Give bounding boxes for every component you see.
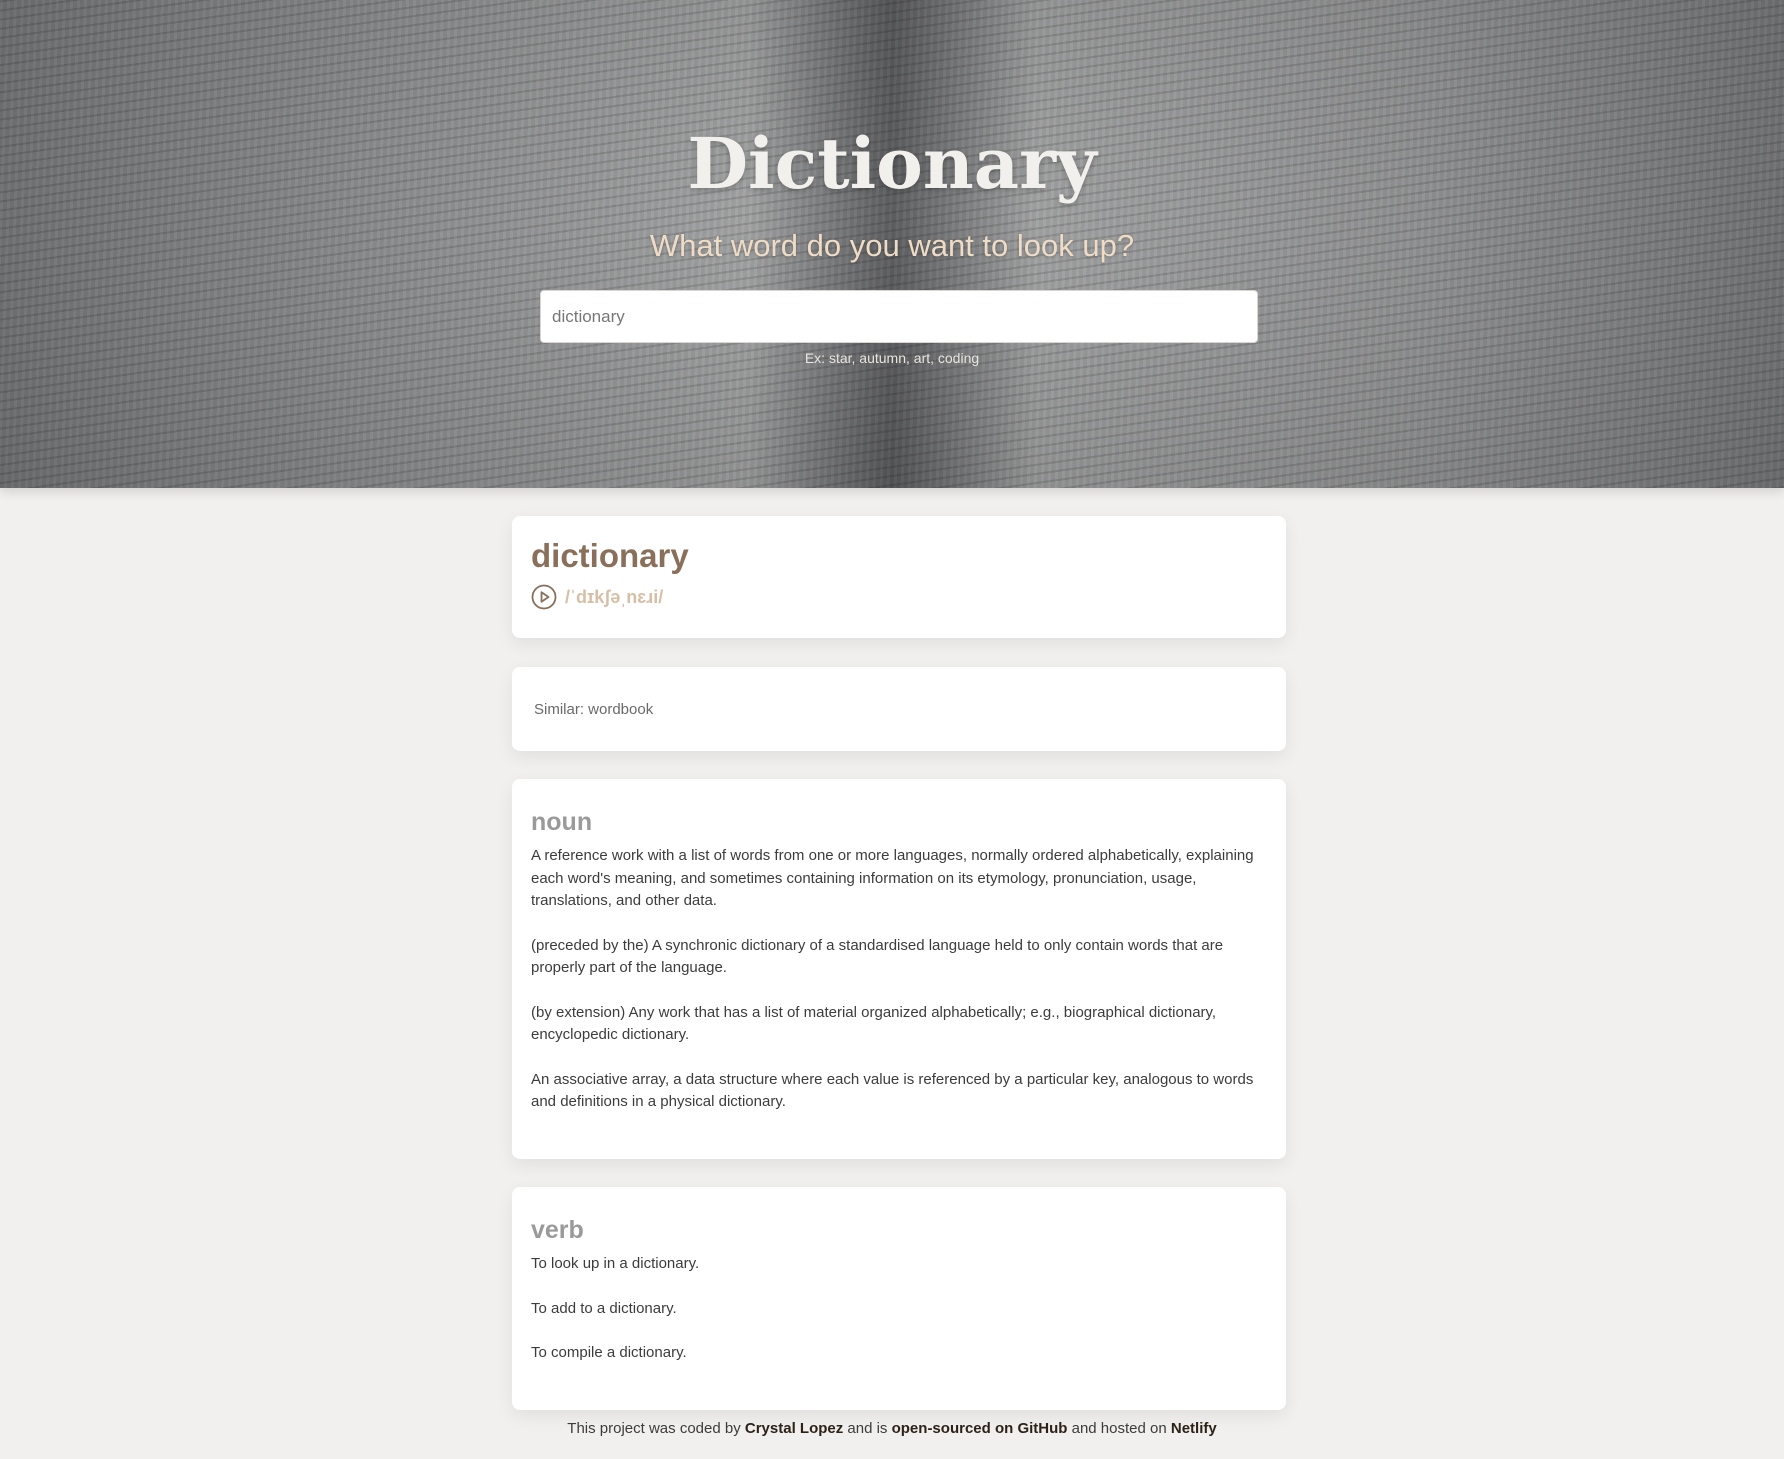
page-title: Dictionary	[687, 122, 1097, 205]
definition-item: An associative array, a data structure w…	[531, 1070, 1254, 1111]
footer: This project was coded by Crystal Lopez …	[0, 1420, 1784, 1437]
similar-card: Similar: wordbook	[512, 667, 1286, 751]
hero-header: Dictionary What word do you want to look…	[0, 0, 1784, 488]
meaning-card-verb: verb To look up in a dictionary. To add …	[512, 1187, 1286, 1410]
definition-item: To compile a dictionary.	[531, 1344, 687, 1361]
definition-item: (by extension) Any work that has a list …	[531, 1003, 1217, 1044]
play-circle-icon[interactable]	[531, 584, 557, 610]
definition-item: (preceded by the) A synchronic dictionar…	[531, 936, 1224, 977]
author-link[interactable]: Crystal Lopez	[745, 1420, 843, 1437]
definition-item: To add to a dictionary.	[531, 1299, 677, 1317]
search-hint: Ex: star, autumn, art, coding	[804, 350, 980, 366]
netlify-link[interactable]: Netlify	[1171, 1420, 1217, 1437]
footer-text: and is	[843, 1420, 892, 1437]
search-input[interactable]	[540, 290, 1258, 343]
definition-item: To look up in a dictionary.	[531, 1255, 700, 1272]
similar-words: Similar: wordbook	[534, 700, 654, 718]
meaning-card-noun: noun A reference work with a list of wor…	[512, 779, 1286, 1159]
page-subtitle: What word do you want to look up?	[649, 228, 1135, 263]
word-title: dictionary	[531, 537, 689, 574]
github-link[interactable]: open-sourced on GitHub	[892, 1420, 1068, 1437]
footer-text: This project was coded by	[567, 1420, 745, 1437]
footer-text: and hosted on	[1067, 1420, 1171, 1437]
definition-item: A reference work with a list of words fr…	[531, 847, 1254, 909]
word-card: dictionary /ˈdɪkʃəˌnɛɹi/	[512, 516, 1286, 638]
phonetic-row: /ˈdɪkʃəˌnɛɹi/	[531, 584, 1267, 610]
part-of-speech: verb	[531, 1216, 584, 1244]
part-of-speech: noun	[531, 808, 593, 836]
phonetic-text: /ˈdɪkʃəˌnɛɹi/	[565, 586, 664, 607]
